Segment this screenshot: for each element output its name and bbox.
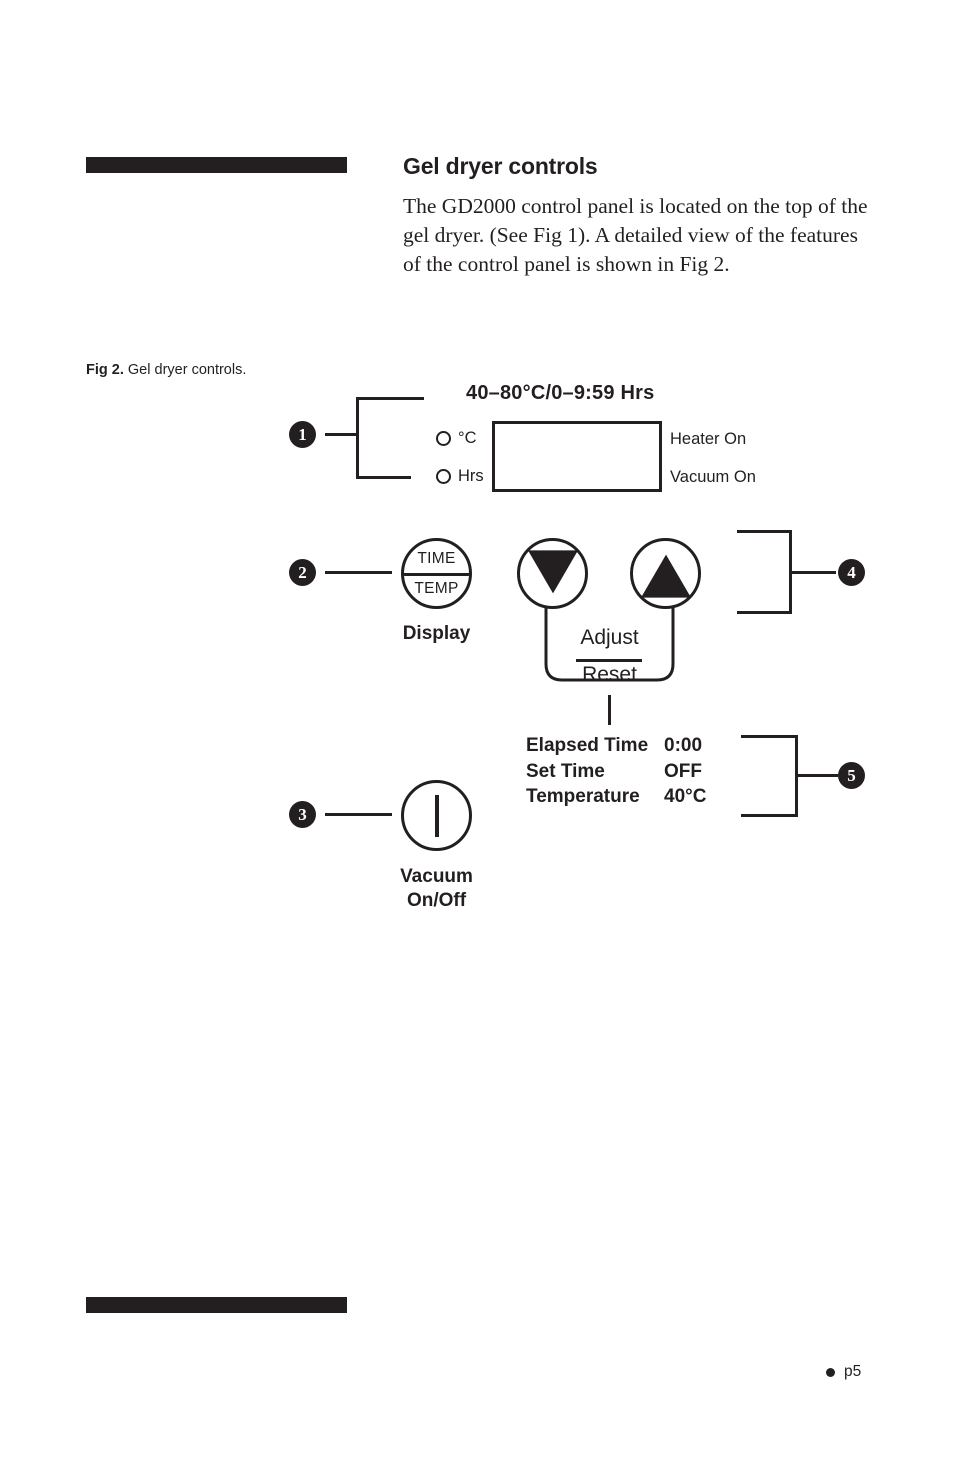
callout-5-bracket-arm-bottom [741, 814, 798, 817]
range-label: 40–80°C/0–9:59 Hrs [466, 382, 655, 404]
display-button-label-temp: TEMP [414, 580, 459, 597]
status-label-elapsed-time: Elapsed Time [526, 735, 649, 756]
indicator-label-vacuum-on: Vacuum On [670, 468, 756, 486]
page-number: p5 [844, 1363, 862, 1380]
callout-4-bracket-arm-top [737, 530, 792, 533]
adjust-label: Adjust [580, 626, 639, 649]
unit-row-celsius: °C [436, 429, 477, 448]
reset-leader-stem [608, 695, 611, 725]
display-button-divider [404, 573, 469, 576]
display-button-label-time: TIME [417, 550, 456, 567]
page-title: Gel dryer controls [403, 153, 598, 179]
vacuum-button-caption: Vacuum On/Off [381, 865, 492, 913]
unit-label-celsius: °C [458, 429, 477, 447]
callout-1-bracket-spine [356, 397, 359, 479]
vacuum-caption-line-2: On/Off [406, 890, 467, 911]
display-time-temp-button[interactable]: TIME TEMP [401, 538, 472, 609]
callout-marker-5: 5 [838, 762, 865, 789]
document-page: Gel dryer controls The GD2000 control pa… [0, 0, 954, 1475]
callout-4-bracket-arm-bottom [737, 611, 792, 614]
figure-caption-label: Fig 2. [86, 362, 124, 378]
adjust-reset-divider [576, 659, 642, 662]
status-row: Temperature 40°C [526, 784, 706, 810]
footer-rule [86, 1297, 347, 1313]
triangle-down-icon [527, 549, 578, 593]
reset-label: Reset [582, 663, 637, 686]
status-row: Elapsed Time 0:00 [526, 733, 706, 759]
callout-marker-2: 2 [289, 559, 316, 586]
vacuum-on-off-button[interactable] [401, 780, 472, 851]
triangle-up-icon [640, 554, 691, 598]
callout-5-bracket-arm-top [741, 735, 798, 738]
adjust-down-button[interactable] [517, 538, 588, 609]
header-rule [86, 157, 347, 173]
display-button-caption: Display [402, 623, 471, 644]
callout-marker-1: 1 [289, 421, 316, 448]
lcd-display-window [492, 421, 662, 492]
footer-bullet-icon [826, 1367, 835, 1377]
callout-5-leader [798, 774, 838, 777]
vacuum-caption-line-1: Vacuum [400, 866, 473, 887]
unit-label-hours: Hrs [458, 467, 484, 485]
figure-caption: Fig 2. Gel dryer controls. [86, 362, 246, 378]
led-indicator-icon [436, 431, 451, 446]
callout-marker-4: 4 [838, 559, 865, 586]
status-label-set-time: Set Time [526, 760, 605, 782]
adjust-up-button[interactable] [630, 538, 701, 609]
indicator-label-heater-on: Heater On [670, 430, 747, 448]
body-paragraph: The GD2000 control panel is located on t… [403, 194, 868, 276]
callout-marker-3: 3 [289, 801, 316, 828]
callout-3-leader [325, 813, 392, 816]
page-footer: p5 [826, 1363, 861, 1381]
figure-caption-text: Gel dryer controls. [127, 362, 247, 378]
callout-1-leader [325, 433, 358, 436]
status-row: Set Time OFF [526, 759, 706, 785]
status-label-temperature: Temperature [526, 786, 640, 807]
led-indicator-icon [436, 469, 451, 484]
callout-2-leader [325, 571, 392, 574]
callout-1-bracket-arm-top [356, 397, 424, 400]
callout-1-bracket-arm-bottom [356, 476, 411, 479]
callout-4-leader [792, 571, 836, 574]
status-value-temperature: 40°C [664, 786, 707, 807]
unit-row-hours: Hrs [436, 467, 484, 486]
status-value-set-time: OFF [664, 760, 702, 782]
power-bar-icon [434, 795, 439, 837]
status-value-elapsed-time: 0:00 [664, 735, 703, 756]
status-readout-list: Elapsed Time 0:00 Set Time OFF Temperatu… [526, 733, 706, 810]
